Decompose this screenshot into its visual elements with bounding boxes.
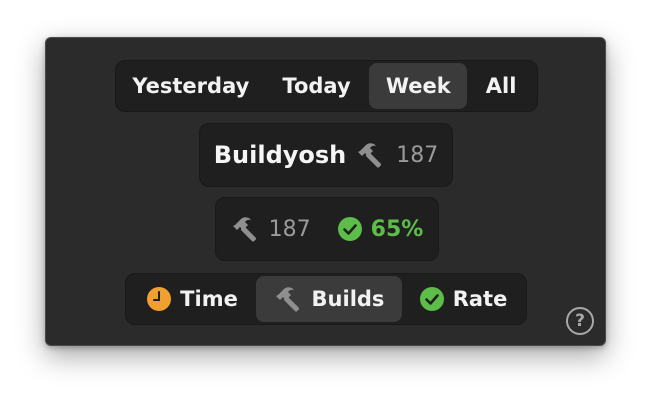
tab-week[interactable]: Week [369, 63, 468, 109]
metric-segmented-control: Time Builds Rate [125, 273, 527, 325]
help-icon: ? [575, 311, 585, 331]
tab-rate-label: Rate [452, 287, 508, 311]
tab-today[interactable]: Today [264, 63, 370, 109]
help-button[interactable]: ? [566, 307, 594, 335]
user-summary: Buildyosh 187 [199, 123, 453, 187]
tab-yesterday[interactable]: Yesterday [118, 63, 264, 109]
popover-panel: Yesterday Today Week All Buildyosh 187 1… [45, 37, 606, 346]
success-rate: 65% [370, 216, 424, 242]
hammer-icon [231, 216, 261, 242]
tab-time[interactable]: Time [128, 276, 256, 322]
tab-builds-label: Builds [311, 287, 385, 311]
tab-time-label: Time [180, 287, 238, 311]
username: Buildyosh [213, 141, 347, 169]
hammer-icon [274, 286, 304, 312]
total-build-count: 187 [268, 216, 311, 242]
tab-all[interactable]: All [467, 63, 535, 109]
tab-rate[interactable]: Rate [402, 276, 524, 322]
clock-icon [146, 286, 172, 312]
check-circle-icon [419, 286, 445, 312]
user-build-count: 187 [396, 142, 439, 168]
stats-summary: 187 65% [215, 197, 439, 261]
check-circle-icon [337, 216, 363, 242]
period-segmented-control: Yesterday Today Week All [115, 60, 538, 112]
hammer-icon [356, 142, 386, 168]
tab-builds[interactable]: Builds [256, 276, 402, 322]
